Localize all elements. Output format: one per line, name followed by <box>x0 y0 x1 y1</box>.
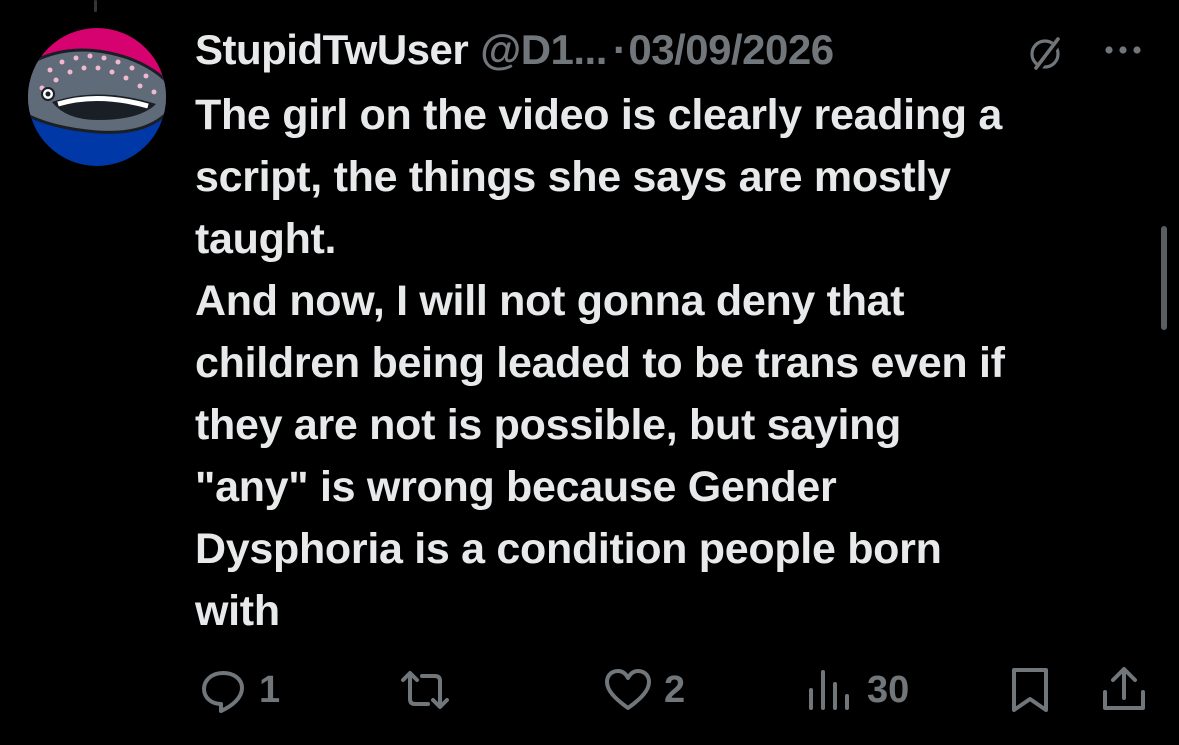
bookmark-icon <box>1012 668 1048 712</box>
header-separator: · <box>612 26 627 73</box>
tweet-text-line: "any" is wrong because Gender <box>195 463 837 511</box>
retweet-button[interactable] <box>395 662 463 718</box>
whale-shark-avatar-icon <box>28 28 166 166</box>
tweet-date[interactable]: 03/09/2026 <box>628 26 834 74</box>
views-button[interactable]: 30 <box>803 662 909 718</box>
views-bar-icon <box>809 670 849 710</box>
tweet-text-line: The girl on the video is clearly reading… <box>195 91 1003 139</box>
tweet-text-line: with <box>195 587 280 635</box>
display-name[interactable]: StupidTwUser <box>195 26 469 74</box>
edit-pencil-icon[interactable] <box>1023 30 1067 74</box>
tweet-text-line: And now, I will not gonna deny that <box>195 277 905 325</box>
bookmark-button[interactable] <box>1008 662 1052 718</box>
heart-icon <box>605 669 651 710</box>
more-options-icon[interactable] <box>1100 34 1146 64</box>
tweet-text-line: children being leaded to be trans even i… <box>195 339 1005 387</box>
tweet-text-line: taught. <box>195 215 337 263</box>
retweet-icon <box>401 671 449 709</box>
tweet-text-line: script, the things she says are mostly <box>195 153 951 201</box>
reply-button[interactable]: 1 <box>195 662 280 718</box>
user-handle[interactable]: @D1... <box>480 26 607 74</box>
share-icon <box>1103 667 1145 710</box>
like-button[interactable]: 2 <box>600 662 685 718</box>
tweet-text-line: they are not is possible, but saying <box>195 401 902 449</box>
scrollbar[interactable] <box>1161 226 1167 330</box>
tweet-text-line: Dysphoria is a condition people born <box>195 525 942 573</box>
like-count: 2 <box>664 668 686 711</box>
tweet-header: StupidTwUser @D1... · 03/09/2026 <box>195 24 1155 76</box>
thread-connector-line <box>94 0 97 12</box>
reply-icon <box>202 671 244 713</box>
share-button[interactable] <box>1098 662 1150 718</box>
avatar[interactable] <box>28 28 166 166</box>
tweet-body: The girl on the video is clearly reading… <box>195 84 1145 642</box>
reply-count: 1 <box>259 668 281 711</box>
tweet-action-bar: 1 2 30 <box>0 662 1179 718</box>
views-count: 30 <box>867 668 910 711</box>
